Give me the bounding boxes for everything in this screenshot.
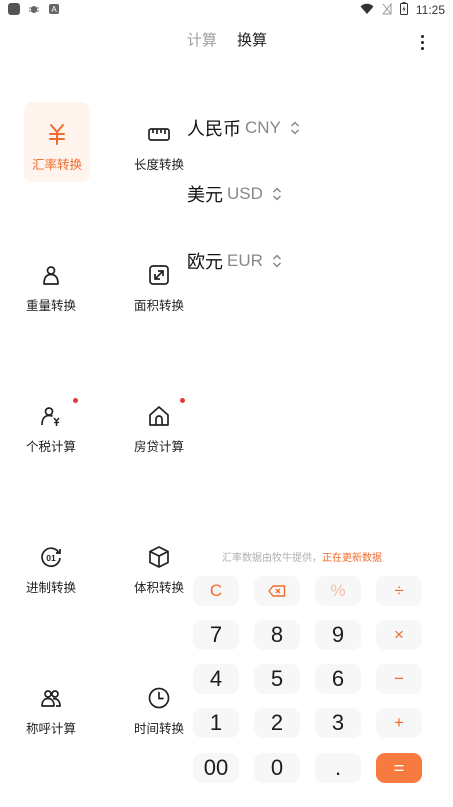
- currency-row-usd[interactable]: 美元 USD: [187, 181, 283, 207]
- dot-icon: [420, 46, 424, 50]
- tab-convert[interactable]: 换算: [237, 30, 267, 50]
- updating-status: 正在更新数据: [322, 553, 382, 564]
- percent-button[interactable]: %: [315, 576, 361, 606]
- currency-row-cny[interactable]: 人民币 CNY: [187, 115, 301, 141]
- a-notification-icon: A: [48, 3, 60, 15]
- wifi-icon: [360, 3, 374, 18]
- digit-3-button[interactable]: 3: [315, 708, 361, 738]
- currency-name: 人民币: [187, 119, 241, 140]
- house-icon: [149, 406, 169, 426]
- person-yen-icon: [41, 407, 60, 426]
- category-label: 面积转换: [133, 298, 184, 313]
- decimal-point-button[interactable]: .: [315, 753, 361, 783]
- new-badge: [180, 398, 185, 403]
- category-label: 长度转换: [133, 157, 184, 172]
- backspace-icon: [268, 585, 286, 597]
- digit-2-button[interactable]: 2: [254, 708, 300, 738]
- category-label: 重量转换: [25, 298, 76, 313]
- digit-5-button[interactable]: 5: [254, 664, 300, 694]
- battery-icon: [399, 2, 408, 18]
- category-area[interactable]: 面积转换: [126, 243, 192, 323]
- no-signal-icon: [381, 2, 392, 18]
- currency-name: 美元: [187, 185, 223, 206]
- bug-icon: [28, 3, 40, 15]
- status-time: 11:25: [415, 3, 445, 17]
- category-base-conversion[interactable]: 01 进制转换: [18, 525, 84, 605]
- rate-source-info: 汇率数据由牧牛提供，正在更新数据: [222, 549, 382, 564]
- weight-icon: [43, 266, 59, 285]
- ruler-icon: [148, 128, 170, 141]
- area-icon: [149, 265, 169, 285]
- category-label: 时间转换: [133, 721, 184, 736]
- currency-row-eur[interactable]: 欧元 EUR: [187, 248, 283, 274]
- new-badge: [73, 398, 78, 403]
- tab-calc[interactable]: 计算: [187, 30, 217, 50]
- category-weight[interactable]: 重量转换: [18, 243, 84, 323]
- double-zero-button[interactable]: 00: [193, 753, 239, 783]
- cube-icon: [149, 546, 169, 568]
- category-kinship[interactable]: 称呼计算: [18, 666, 84, 746]
- category-volume[interactable]: 体积转换: [126, 525, 192, 605]
- more-menu-button[interactable]: [414, 32, 430, 52]
- plus-button[interactable]: +: [376, 708, 422, 738]
- divide-button[interactable]: ÷: [376, 576, 422, 606]
- category-label: 称呼计算: [25, 721, 76, 736]
- category-length[interactable]: 长度转换: [126, 102, 192, 182]
- currency-name: 欧元: [187, 252, 223, 273]
- category-label: 体积转换: [133, 580, 184, 595]
- category-label: 汇率转换: [31, 157, 82, 172]
- currency-code: CNY: [245, 118, 281, 137]
- status-bar: A 11:25: [0, 0, 453, 20]
- minus-button[interactable]: −: [376, 664, 422, 694]
- digit-0-button[interactable]: 0: [254, 753, 300, 783]
- rate-source-text: 汇率数据由牧牛提供，: [222, 553, 322, 564]
- category-exchange-rate[interactable]: 汇率转换: [24, 102, 90, 182]
- clear-button[interactable]: C: [193, 576, 239, 606]
- up-down-chevron-icon[interactable]: [271, 186, 283, 202]
- up-down-chevron-icon[interactable]: [289, 120, 301, 136]
- binary-icon: 01: [41, 547, 61, 567]
- dot-icon: [420, 40, 424, 44]
- clock-icon: [148, 687, 170, 709]
- currency-code: EUR: [227, 251, 263, 270]
- multiply-button[interactable]: ×: [376, 620, 422, 650]
- dot-icon: [420, 34, 424, 38]
- up-down-chevron-icon[interactable]: [271, 253, 283, 269]
- digit-9-button[interactable]: 9: [315, 620, 361, 650]
- digit-1-button[interactable]: 1: [193, 708, 239, 738]
- category-mortgage[interactable]: 房贷计算: [126, 384, 192, 464]
- category-label: 房贷计算: [133, 439, 184, 454]
- svg-text:A: A: [51, 5, 57, 14]
- digit-7-button[interactable]: 7: [193, 620, 239, 650]
- category-label: 进制转换: [25, 580, 76, 595]
- yuan-icon: [49, 124, 65, 145]
- people-icon: [41, 690, 61, 707]
- header-tabs: 计算 换算: [0, 30, 453, 52]
- equals-button[interactable]: =: [376, 753, 422, 783]
- app-notification-icon: [8, 3, 20, 15]
- currency-code: USD: [227, 184, 263, 203]
- digit-8-button[interactable]: 8: [254, 620, 300, 650]
- category-income-tax[interactable]: 个税计算: [18, 384, 84, 464]
- svg-text:01: 01: [46, 553, 56, 563]
- digit-4-button[interactable]: 4: [193, 664, 239, 694]
- category-time[interactable]: 时间转换: [126, 666, 192, 746]
- backspace-button[interactable]: [254, 576, 300, 606]
- digit-6-button[interactable]: 6: [315, 664, 361, 694]
- category-label: 个税计算: [25, 439, 76, 454]
